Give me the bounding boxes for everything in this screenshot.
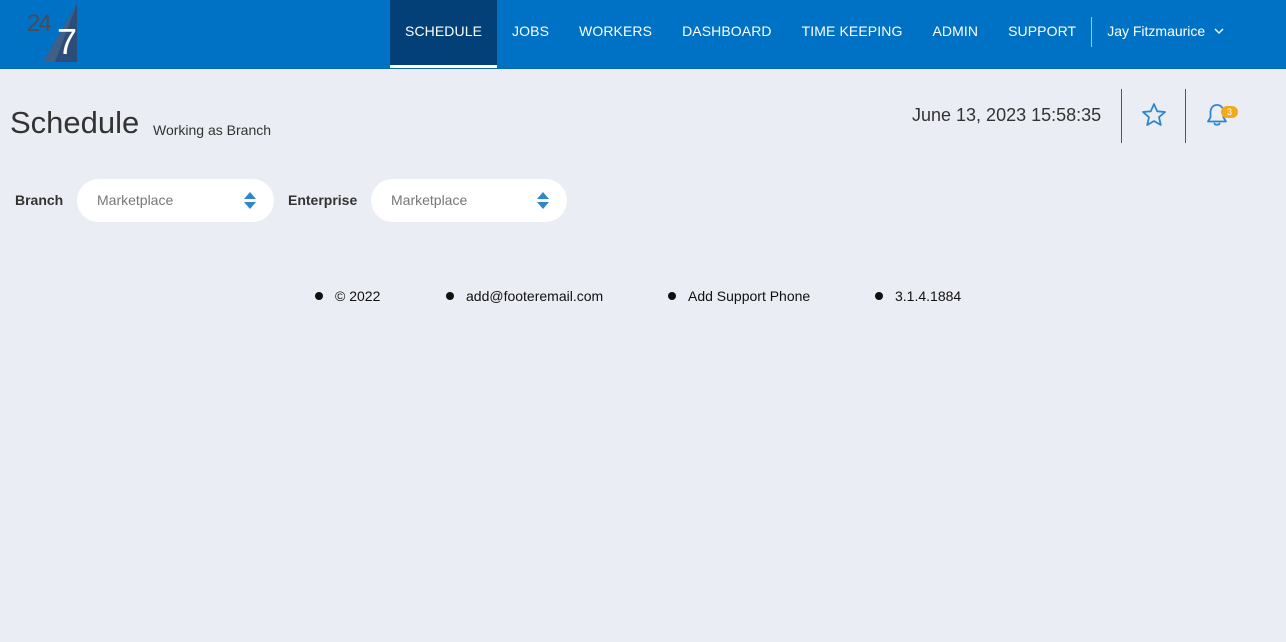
- chevron-down-icon: [1214, 26, 1224, 36]
- notifications-button[interactable]: 3: [1204, 101, 1242, 129]
- footer-copyright: © 2022: [315, 287, 380, 305]
- branch-label: Branch: [15, 192, 64, 208]
- footer-version: 3.1.4.1884: [875, 287, 961, 305]
- header-divider: [1185, 89, 1186, 143]
- logo-text-7: 7: [57, 21, 78, 62]
- top-navbar: 24 7 SCHEDULE JOBS WORKERS DASHBOARD TIM…: [0, 0, 1286, 69]
- nav-admin[interactable]: ADMIN: [917, 0, 993, 62]
- page-subtitle: Working as Branch: [153, 122, 272, 138]
- enterprise-label: Enterprise: [288, 192, 358, 208]
- header-divider: [1121, 89, 1122, 143]
- branch-select[interactable]: Marketplace: [77, 179, 274, 222]
- notification-count-badge: 3: [1221, 106, 1238, 118]
- nav-jobs[interactable]: JOBS: [497, 0, 564, 62]
- user-menu[interactable]: Jay Fitzmaurice: [1092, 0, 1239, 62]
- sort-arrows-icon: [536, 191, 550, 210]
- enterprise-select[interactable]: Marketplace: [371, 179, 567, 222]
- main-nav: SCHEDULE JOBS WORKERS DASHBOARD TIME KEE…: [390, 0, 1239, 69]
- nav-schedule[interactable]: SCHEDULE: [390, 0, 498, 68]
- page-title: Schedule: [10, 105, 140, 140]
- enterprise-select-value: Marketplace: [391, 192, 468, 208]
- user-name: Jay Fitzmaurice: [1107, 23, 1206, 39]
- bullet-icon: [875, 292, 883, 300]
- footer: © 2022 add@footeremail.com Add Support P…: [0, 287, 1286, 307]
- star-icon: [1142, 103, 1166, 126]
- nav-support[interactable]: SUPPORT: [993, 0, 1091, 62]
- nav-workers[interactable]: WORKERS: [564, 0, 667, 62]
- bullet-icon: [668, 292, 676, 300]
- branch-select-value: Marketplace: [97, 192, 174, 208]
- sort-arrows-icon: [243, 191, 257, 210]
- logo-text-24: 24: [27, 10, 52, 37]
- footer-email[interactable]: add@footeremail.com: [446, 287, 603, 305]
- footer-phone[interactable]: Add Support Phone: [668, 287, 810, 305]
- current-datetime: June 13, 2023 15:58:35: [912, 105, 1102, 125]
- nav-time-keeping[interactable]: TIME KEEPING: [787, 0, 918, 62]
- brand-logo[interactable]: 24 7: [25, 4, 77, 62]
- bullet-icon: [446, 292, 454, 300]
- bullet-icon: [315, 292, 323, 300]
- nav-dashboard[interactable]: DASHBOARD: [667, 0, 787, 62]
- favorite-button[interactable]: [1141, 102, 1167, 128]
